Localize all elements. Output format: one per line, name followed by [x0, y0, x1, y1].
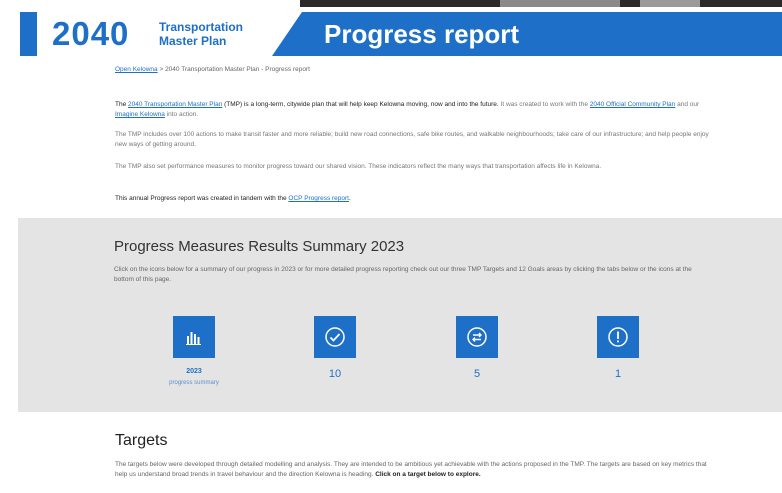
intro-paragraph-1: The 2040 Transportation Master Plan (TMP…: [115, 100, 715, 120]
progress-summary-section: Progress Measures Results Summary 2023 C…: [18, 218, 782, 412]
ocp-link[interactable]: 2040 Official Community Plan: [590, 101, 676, 108]
swap-arrows-icon: [467, 327, 487, 347]
logo-line-1: Transportation: [159, 20, 244, 34]
logo-plan-name: Transportation Master Plan: [159, 20, 243, 48]
ocp-progress-report-link[interactable]: OCP Progress report: [288, 195, 349, 202]
banner-accent-bar: [20, 12, 37, 56]
targets-description: The targets below were developed through…: [115, 460, 715, 480]
summary-heading: Progress Measures Results Summary 2023: [114, 238, 405, 255]
intro-text: It was created to work with the: [498, 101, 590, 108]
logo-year: 2040: [52, 15, 130, 52]
tile-value: 10: [328, 368, 342, 380]
breadcrumb-home-link[interactable]: Open Kelowna: [115, 66, 158, 73]
page-banner: 2040 Transportation Master Plan Progress…: [0, 12, 782, 56]
top-strip-block: [500, 0, 620, 7]
tmp-link[interactable]: 2040 Transportation Master Plan: [128, 101, 222, 108]
browser-top-strip: [0, 0, 782, 10]
intro-paragraph-3: The TMP also set performance measures to…: [115, 163, 602, 170]
intro-text: .: [349, 195, 351, 202]
intro-paragraph-2: The TMP includes over 100 actions to mak…: [115, 131, 709, 148]
breadcrumb: Open Kelowna > 2040 Transportation Maste…: [115, 66, 310, 73]
tile-subtitle[interactable]: progress summary: [154, 380, 234, 386]
targets-cta: Click on a target below to explore.: [375, 471, 481, 478]
logo-line-2: Master Plan: [159, 34, 227, 48]
summary-tile-progress[interactable]: [173, 316, 215, 358]
breadcrumb-separator: >: [159, 66, 164, 73]
targets-heading: Targets: [115, 432, 168, 449]
page-title: Progress report: [324, 19, 520, 49]
bar-chart-icon: [186, 332, 201, 345]
breadcrumb-current: 2040 Transportation Master Plan - Progre…: [165, 66, 310, 73]
top-strip-block: [640, 0, 700, 7]
summary-tile-attention[interactable]: [597, 316, 639, 358]
tile-value: 1: [614, 368, 622, 380]
intro-text: and our: [675, 101, 700, 108]
exclamation-circle-icon: [608, 327, 628, 347]
summary-tile-in-progress[interactable]: [456, 316, 498, 358]
intro-text: The: [115, 101, 129, 108]
intro-text: into action.: [164, 111, 199, 118]
tile-value: 5: [473, 368, 481, 380]
check-circle-icon: [325, 327, 345, 347]
tile-value: 2023: [186, 368, 202, 375]
intro-text: (TMP) is a long-term, citywide plan that…: [222, 101, 499, 108]
summary-tile-targets[interactable]: [314, 316, 356, 358]
summary-description: Click on the icons below for a summary o…: [114, 266, 692, 283]
imagine-kelowna-link[interactable]: Imagine Kelowna: [115, 111, 165, 118]
intro-text: This annual Progress report was created …: [115, 195, 289, 202]
intro-paragraph-4: This annual Progress report was created …: [115, 194, 715, 204]
